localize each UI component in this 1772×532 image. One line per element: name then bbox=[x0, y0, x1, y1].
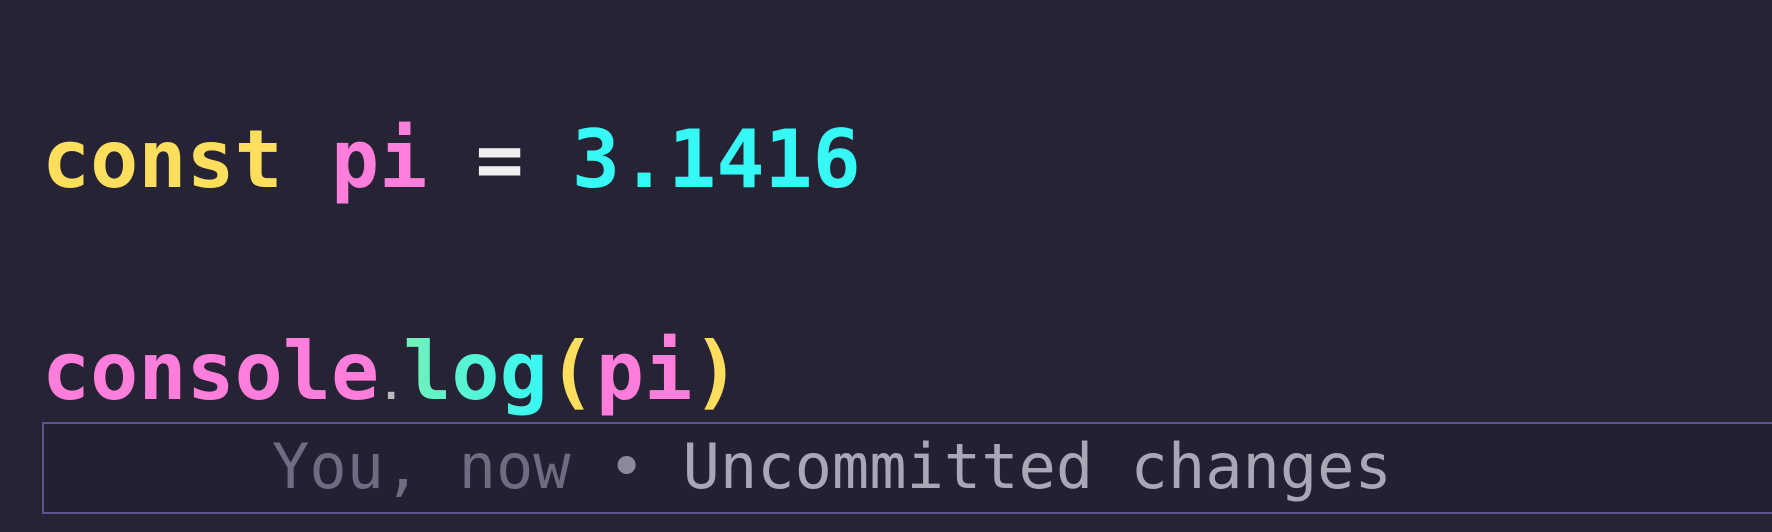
close-paren: ) bbox=[692, 325, 741, 418]
member-dot: . bbox=[379, 363, 404, 409]
variable-pi: pi bbox=[331, 113, 428, 206]
blame-time: now bbox=[458, 430, 571, 503]
blame-separator: • bbox=[607, 430, 646, 503]
git-blame-annotation: You, now • Uncommitted changes bbox=[272, 436, 1392, 498]
keyword-const: const bbox=[42, 113, 283, 206]
open-paren: ( bbox=[547, 325, 596, 418]
object-console: console bbox=[42, 325, 380, 418]
code-line-1[interactable]: const pi = 3.1416 bbox=[42, 120, 861, 200]
blame-message: Uncommitted changes bbox=[682, 430, 1392, 503]
code-editor[interactable]: const pi = 3.1416 console.log(pi) You, n… bbox=[0, 0, 1772, 532]
blame-author: You, bbox=[272, 430, 422, 503]
method-log: log bbox=[403, 325, 548, 418]
number-literal: 3.1416 bbox=[571, 113, 861, 206]
assignment-operator: = bbox=[475, 113, 524, 206]
argument-pi: pi bbox=[595, 325, 693, 418]
code-line-2[interactable]: console.log(pi) bbox=[42, 332, 740, 412]
